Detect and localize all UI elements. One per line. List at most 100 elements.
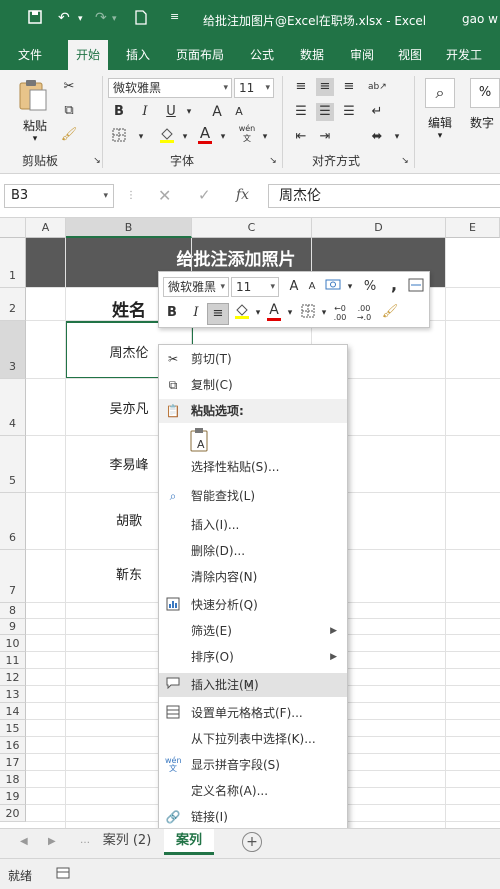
- merge-center-icon[interactable]: ⬌: [368, 128, 386, 146]
- save-icon[interactable]: [28, 10, 42, 28]
- row-header-12[interactable]: 12: [0, 669, 26, 686]
- sheet-tab-case-2[interactable]: 案列 (2): [94, 829, 160, 855]
- paste-option-icon[interactable]: A: [189, 427, 215, 453]
- orientation-icon[interactable]: ab↗: [368, 78, 387, 96]
- decrease-indent-icon[interactable]: ⇤: [292, 128, 310, 146]
- editing-button[interactable]: ⌕ 编辑 ▾: [422, 78, 458, 148]
- mini-increase-decimal-icon[interactable]: ←0.00: [331, 304, 349, 322]
- mini-shrink-font-button[interactable]: A: [303, 278, 321, 296]
- font-color-button[interactable]: A: [196, 124, 214, 144]
- font-color-dropdown-icon[interactable]: ▾: [214, 128, 232, 146]
- menu-item-quick-analysis[interactable]: 快速分析(Q): [159, 593, 347, 617]
- sheet-title[interactable]: 给批注添加照片: [26, 245, 446, 270]
- phonetic-guide-button[interactable]: wén 文: [238, 124, 256, 143]
- row-header-11[interactable]: 11: [0, 652, 26, 669]
- menu-item-pick-from-list[interactable]: 从下拉列表中选择(K)...: [159, 727, 347, 751]
- menu-item-clear-contents[interactable]: 清除内容(N): [159, 565, 347, 589]
- align-top-icon[interactable]: ≡: [292, 78, 310, 96]
- sheet-tab-case[interactable]: 案列: [164, 829, 214, 855]
- tab-ellipsis-icon[interactable]: …: [80, 835, 90, 846]
- menu-item-define-name[interactable]: 定义名称(A)...: [159, 779, 347, 803]
- bold-button[interactable]: B: [110, 103, 128, 121]
- tab-review[interactable]: 审阅: [342, 40, 382, 70]
- phonetic-dropdown-icon[interactable]: ▾: [256, 128, 274, 146]
- row-header-19[interactable]: 19: [0, 788, 26, 805]
- fill-color-dropdown-icon[interactable]: ▾: [176, 128, 194, 146]
- menu-item-format-cells[interactable]: 设置单元格格式(F)...: [159, 701, 347, 725]
- tab-page-layout[interactable]: 页面布局: [168, 40, 232, 70]
- row-header-9[interactable]: 9: [0, 619, 26, 635]
- row-header-17[interactable]: 17: [0, 754, 26, 771]
- enter-icon[interactable]: ✓: [198, 186, 211, 204]
- column-header-b[interactable]: B: [66, 218, 192, 238]
- tab-view[interactable]: 视图: [390, 40, 430, 70]
- mini-font-size-select[interactable]: 11 ▾: [231, 277, 279, 297]
- tab-insert[interactable]: 插入: [118, 40, 158, 70]
- name-box-dropdown-icon[interactable]: ▾: [103, 185, 108, 207]
- mini-font-name-select[interactable]: 微软雅黑 ▾: [163, 277, 229, 297]
- paste-dropdown-icon[interactable]: ▾: [18, 134, 52, 144]
- align-right-icon[interactable]: ☰: [340, 103, 358, 121]
- mini-accounting-dropdown-icon[interactable]: ▾: [341, 278, 359, 296]
- tab-developer[interactable]: 开发工具: [438, 40, 500, 92]
- clipboard-launcher-icon[interactable]: ↘: [88, 152, 106, 170]
- menu-item-cut[interactable]: ✂ 剪切(T): [159, 347, 347, 371]
- column-header-d[interactable]: D: [312, 218, 446, 238]
- mini-format-painter-icon[interactable]: 🖌: [381, 303, 399, 321]
- italic-button[interactable]: I: [136, 103, 154, 121]
- row-header-18[interactable]: 18: [0, 771, 26, 788]
- alignment-launcher-icon[interactable]: ↘: [396, 152, 414, 170]
- number-button[interactable]: % 数字: [470, 78, 500, 148]
- mini-merge-icon[interactable]: [407, 278, 425, 296]
- scroll-left-icon[interactable]: ◀: [20, 836, 28, 847]
- row-header-5[interactable]: 5: [0, 436, 26, 493]
- cancel-icon[interactable]: ✕: [158, 186, 171, 205]
- user-name[interactable]: gao w: [462, 12, 498, 26]
- align-center-icon[interactable]: ☰: [316, 103, 334, 121]
- row-header-3[interactable]: 3: [0, 321, 26, 379]
- row-header-6[interactable]: 6: [0, 493, 26, 550]
- mini-center-align-icon[interactable]: ≡: [207, 303, 229, 325]
- row-header-2[interactable]: 2: [0, 288, 26, 321]
- tab-file[interactable]: 文件: [10, 40, 50, 70]
- tab-formulas[interactable]: 公式: [242, 40, 282, 70]
- new-file-icon[interactable]: [135, 10, 147, 29]
- menu-item-filter[interactable]: 筛选(E) ▶: [159, 619, 347, 643]
- column-header-e[interactable]: E: [446, 218, 500, 238]
- tab-home[interactable]: 开始: [68, 40, 109, 70]
- tab-data[interactable]: 数据: [292, 40, 332, 70]
- row-header-14[interactable]: 14: [0, 703, 26, 720]
- align-bottom-icon[interactable]: ≡: [340, 78, 358, 96]
- insert-function-icon[interactable]: fx: [236, 187, 249, 203]
- align-left-icon[interactable]: ☰: [292, 103, 310, 121]
- menu-item-link[interactable]: 🔗 链接(I): [159, 805, 347, 829]
- borders-dropdown-icon[interactable]: ▾: [132, 128, 150, 146]
- cut-icon[interactable]: ✂: [60, 78, 78, 96]
- row-header-20[interactable]: 20: [0, 805, 26, 822]
- column-header-a[interactable]: A: [26, 218, 66, 238]
- mini-italic-button[interactable]: I: [187, 304, 205, 322]
- row-header-7[interactable]: 7: [0, 550, 26, 603]
- row-header-4[interactable]: 4: [0, 379, 26, 436]
- paste-button[interactable]: 粘贴 ▾: [18, 78, 52, 148]
- menu-item-smart-lookup[interactable]: ⌕ 智能查找(L): [159, 484, 347, 508]
- menu-item-sort[interactable]: 排序(O) ▶: [159, 645, 347, 669]
- macro-record-icon[interactable]: [56, 866, 70, 883]
- mini-bold-button[interactable]: B: [163, 304, 181, 322]
- redo-icon[interactable]: ↷: [95, 10, 107, 26]
- font-launcher-icon[interactable]: ↘: [264, 152, 282, 170]
- mini-font-color-dropdown-icon[interactable]: ▾: [281, 304, 299, 322]
- grow-font-button[interactable]: A: [208, 103, 226, 121]
- customize-qat-icon[interactable]: ≡: [170, 10, 179, 23]
- row-header-8[interactable]: 8: [0, 603, 26, 619]
- column-header-c[interactable]: C: [192, 218, 312, 238]
- mini-decrease-decimal-icon[interactable]: .00 →.0: [355, 304, 373, 322]
- menu-item-paste-special[interactable]: 选择性粘贴(S)...: [159, 455, 347, 479]
- copy-icon[interactable]: ⧉: [60, 102, 78, 120]
- row-header-10[interactable]: 10: [0, 635, 26, 652]
- menu-item-delete[interactable]: 删除(D)...: [159, 539, 347, 563]
- add-sheet-icon[interactable]: +: [242, 832, 262, 852]
- mini-percent-button[interactable]: %: [361, 278, 379, 296]
- select-all-corner[interactable]: [0, 218, 26, 238]
- format-painter-icon[interactable]: 🖌: [60, 126, 78, 144]
